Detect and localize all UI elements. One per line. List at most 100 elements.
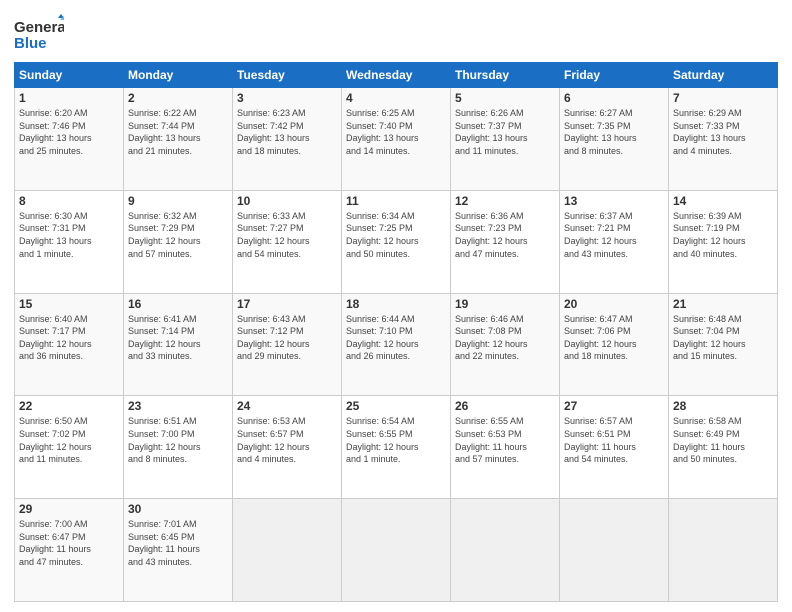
day-info: Sunrise: 6:30 AM Sunset: 7:31 PM Dayligh… <box>19 210 119 260</box>
day-number: 17 <box>237 297 337 311</box>
page: General Blue SundayMondayTuesdayWednesda… <box>0 0 792 612</box>
calendar-cell: 9 Sunrise: 6:32 AM Sunset: 7:29 PM Daylig… <box>124 190 233 293</box>
calendar-table: SundayMondayTuesdayWednesdayThursdayFrid… <box>14 62 778 602</box>
day-info: Sunrise: 6:43 AM Sunset: 7:12 PM Dayligh… <box>237 313 337 363</box>
day-number: 19 <box>455 297 555 311</box>
day-number: 27 <box>564 399 664 413</box>
day-info: Sunrise: 6:22 AM Sunset: 7:44 PM Dayligh… <box>128 107 228 157</box>
day-info: Sunrise: 6:20 AM Sunset: 7:46 PM Dayligh… <box>19 107 119 157</box>
day-info: Sunrise: 6:58 AM Sunset: 6:49 PM Dayligh… <box>673 415 773 465</box>
day-number: 26 <box>455 399 555 413</box>
calendar-cell <box>342 499 451 602</box>
calendar-cell: 28 Sunrise: 6:58 AM Sunset: 6:49 PM Dayli… <box>669 396 778 499</box>
day-number: 25 <box>346 399 446 413</box>
day-number: 5 <box>455 91 555 105</box>
calendar-cell: 10Sunrise: 6:33 AM Sunset: 7:27 PM Dayli… <box>233 190 342 293</box>
calendar-cell: 7 Sunrise: 6:29 AM Sunset: 7:33 PM Daylig… <box>669 88 778 191</box>
day-info: Sunrise: 6:25 AM Sunset: 7:40 PM Dayligh… <box>346 107 446 157</box>
calendar-cell: 13Sunrise: 6:37 AM Sunset: 7:21 PM Dayli… <box>560 190 669 293</box>
day-number: 1 <box>19 91 119 105</box>
calendar-cell <box>669 499 778 602</box>
calendar-cell: 29 Sunrise: 7:00 AM Sunset: 6:47 PM Dayli… <box>15 499 124 602</box>
calendar-cell <box>560 499 669 602</box>
header-friday: Friday <box>560 63 669 88</box>
day-info: Sunrise: 6:32 AM Sunset: 7:29 PM Dayligh… <box>128 210 228 260</box>
svg-text:General: General <box>14 19 64 36</box>
calendar-cell: 1 Sunrise: 6:20 AM Sunset: 7:46 PM Daylig… <box>15 88 124 191</box>
day-number: 22 <box>19 399 119 413</box>
day-number: 3 <box>237 91 337 105</box>
calendar-cell: 15Sunrise: 6:40 AM Sunset: 7:17 PM Dayli… <box>15 293 124 396</box>
day-info: Sunrise: 6:47 AM Sunset: 7:06 PM Dayligh… <box>564 313 664 363</box>
header: General Blue <box>14 10 778 54</box>
header-monday: Monday <box>124 63 233 88</box>
day-number: 28 <box>673 399 773 413</box>
day-info: Sunrise: 6:27 AM Sunset: 7:35 PM Dayligh… <box>564 107 664 157</box>
day-number: 18 <box>346 297 446 311</box>
calendar-cell: 18Sunrise: 6:44 AM Sunset: 7:10 PM Dayli… <box>342 293 451 396</box>
day-info: Sunrise: 6:55 AM Sunset: 6:53 PM Dayligh… <box>455 415 555 465</box>
calendar-cell <box>233 499 342 602</box>
calendar-cell: 4 Sunrise: 6:25 AM Sunset: 7:40 PM Daylig… <box>342 88 451 191</box>
day-number: 30 <box>128 502 228 516</box>
calendar-cell: 11 Sunrise: 6:34 AM Sunset: 7:25 PM Dayli… <box>342 190 451 293</box>
day-info: Sunrise: 6:48 AM Sunset: 7:04 PM Dayligh… <box>673 313 773 363</box>
header-thursday: Thursday <box>451 63 560 88</box>
day-info: Sunrise: 6:23 AM Sunset: 7:42 PM Dayligh… <box>237 107 337 157</box>
calendar-cell: 3 Sunrise: 6:23 AM Sunset: 7:42 PM Daylig… <box>233 88 342 191</box>
header-sunday: Sunday <box>15 63 124 88</box>
header-tuesday: Tuesday <box>233 63 342 88</box>
calendar-cell: 14 Sunrise: 6:39 AM Sunset: 7:19 PM Dayli… <box>669 190 778 293</box>
day-number: 6 <box>564 91 664 105</box>
header-wednesday: Wednesday <box>342 63 451 88</box>
calendar-cell: 2 Sunrise: 6:22 AM Sunset: 7:44 PM Daylig… <box>124 88 233 191</box>
day-number: 12 <box>455 194 555 208</box>
day-info: Sunrise: 6:26 AM Sunset: 7:37 PM Dayligh… <box>455 107 555 157</box>
day-info: Sunrise: 6:34 AM Sunset: 7:25 PM Dayligh… <box>346 210 446 260</box>
calendar-cell: 30 Sunrise: 7:01 AM Sunset: 6:45 PM Dayli… <box>124 499 233 602</box>
day-number: 10 <box>237 194 337 208</box>
calendar-cell <box>451 499 560 602</box>
day-number: 20 <box>564 297 664 311</box>
day-info: Sunrise: 6:41 AM Sunset: 7:14 PM Dayligh… <box>128 313 228 363</box>
day-info: Sunrise: 6:57 AM Sunset: 6:51 PM Dayligh… <box>564 415 664 465</box>
day-info: Sunrise: 6:40 AM Sunset: 7:17 PM Dayligh… <box>19 313 119 363</box>
week-row-4: 29 Sunrise: 7:00 AM Sunset: 6:47 PM Dayli… <box>15 499 778 602</box>
calendar-cell: 16 Sunrise: 6:41 AM Sunset: 7:14 PM Dayli… <box>124 293 233 396</box>
day-info: Sunrise: 7:00 AM Sunset: 6:47 PM Dayligh… <box>19 518 119 568</box>
calendar-cell: 25Sunrise: 6:54 AM Sunset: 6:55 PM Dayli… <box>342 396 451 499</box>
day-number: 8 <box>19 194 119 208</box>
day-number: 29 <box>19 502 119 516</box>
day-info: Sunrise: 7:01 AM Sunset: 6:45 PM Dayligh… <box>128 518 228 568</box>
calendar-cell: 17 Sunrise: 6:43 AM Sunset: 7:12 PM Dayli… <box>233 293 342 396</box>
logo-svg: General Blue <box>14 14 64 54</box>
calendar-cell: 27 Sunrise: 6:57 AM Sunset: 6:51 PM Dayli… <box>560 396 669 499</box>
calendar-cell: 21 Sunrise: 6:48 AM Sunset: 7:04 PM Dayli… <box>669 293 778 396</box>
day-number: 21 <box>673 297 773 311</box>
day-info: Sunrise: 6:50 AM Sunset: 7:02 PM Dayligh… <box>19 415 119 465</box>
day-number: 24 <box>237 399 337 413</box>
week-row-2: 15Sunrise: 6:40 AM Sunset: 7:17 PM Dayli… <box>15 293 778 396</box>
calendar-cell: 12 Sunrise: 6:36 AM Sunset: 7:23 PM Dayli… <box>451 190 560 293</box>
day-info: Sunrise: 6:36 AM Sunset: 7:23 PM Dayligh… <box>455 210 555 260</box>
day-number: 14 <box>673 194 773 208</box>
calendar-cell: 8 Sunrise: 6:30 AM Sunset: 7:31 PM Daylig… <box>15 190 124 293</box>
day-number: 11 <box>346 194 446 208</box>
day-number: 4 <box>346 91 446 105</box>
week-row-1: 8 Sunrise: 6:30 AM Sunset: 7:31 PM Daylig… <box>15 190 778 293</box>
day-info: Sunrise: 6:46 AM Sunset: 7:08 PM Dayligh… <box>455 313 555 363</box>
day-info: Sunrise: 6:39 AM Sunset: 7:19 PM Dayligh… <box>673 210 773 260</box>
day-info: Sunrise: 6:53 AM Sunset: 6:57 PM Dayligh… <box>237 415 337 465</box>
calendar-cell: 22 Sunrise: 6:50 AM Sunset: 7:02 PM Dayli… <box>15 396 124 499</box>
day-number: 2 <box>128 91 228 105</box>
logo: General Blue <box>14 14 64 54</box>
calendar-cell: 24 Sunrise: 6:53 AM Sunset: 6:57 PM Dayli… <box>233 396 342 499</box>
day-number: 7 <box>673 91 773 105</box>
calendar-cell: 5 Sunrise: 6:26 AM Sunset: 7:37 PM Daylig… <box>451 88 560 191</box>
day-number: 9 <box>128 194 228 208</box>
day-number: 16 <box>128 297 228 311</box>
calendar-cell: 6 Sunrise: 6:27 AM Sunset: 7:35 PM Daylig… <box>560 88 669 191</box>
calendar-cell: 26 Sunrise: 6:55 AM Sunset: 6:53 PM Dayli… <box>451 396 560 499</box>
day-info: Sunrise: 6:29 AM Sunset: 7:33 PM Dayligh… <box>673 107 773 157</box>
day-info: Sunrise: 6:51 AM Sunset: 7:00 PM Dayligh… <box>128 415 228 465</box>
